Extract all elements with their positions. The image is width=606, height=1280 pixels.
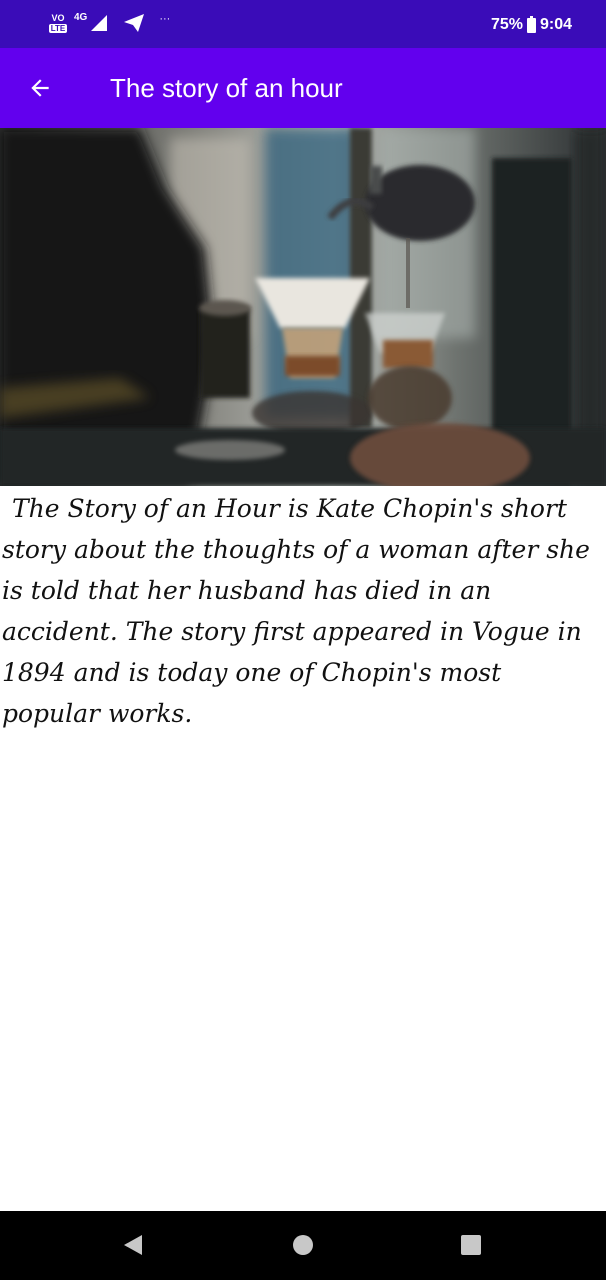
status-icons-left: VO LTE 4G ··· (48, 10, 170, 36)
battery-percent: 75% (490, 16, 523, 33)
back-button[interactable] (16, 64, 64, 112)
more-notifications-icon: ··· (159, 13, 171, 25)
volte-lte-text: LTE (48, 23, 68, 33)
home-circle-icon[interactable] (292, 1233, 314, 1257)
battery-icon (526, 15, 536, 33)
clock: 9:04 (539, 16, 572, 33)
story-paragraph: The Story of an Hour is Kate Chopin's sh… (2, 494, 590, 728)
status-bar: VO LTE 4G ··· 75% 9:04 (0, 0, 606, 48)
arrow-back-icon (31, 79, 49, 97)
recents-square-icon[interactable] (460, 1233, 482, 1257)
system-navigation-bar (0, 1211, 606, 1280)
network-type-label: 4G (74, 12, 88, 23)
volte-icon: VO LTE (48, 12, 68, 33)
coffee-bar-photo-icon (0, 128, 606, 486)
status-icons-right: 75% 9:04 (490, 15, 572, 34)
telegram-icon (124, 14, 145, 32)
hero-image (0, 128, 606, 486)
signal-icon (91, 15, 108, 31)
page-title: The story of an hour (110, 73, 343, 103)
back-triangle-icon[interactable] (122, 1233, 144, 1257)
app-bar: The story of an hour (0, 48, 606, 128)
volte-top-text: VO (51, 12, 65, 23)
